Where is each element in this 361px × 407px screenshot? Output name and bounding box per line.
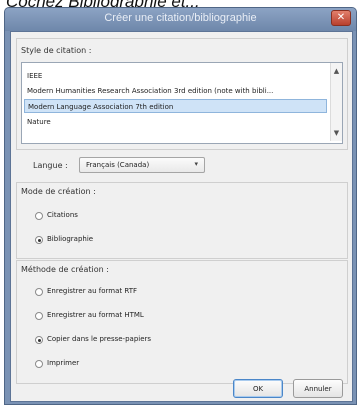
radio-html[interactable] [35, 312, 43, 320]
style-item[interactable]: Nature [24, 115, 327, 129]
radio-citations[interactable] [35, 212, 43, 220]
radio-clipboard[interactable] [35, 336, 43, 344]
style-item[interactable]: Modern Humanities Research Association 3… [24, 84, 327, 98]
radio-clipboard-label[interactable]: Copier dans le presse-papiers [47, 335, 151, 343]
dialog-body: Style de citation : IEEE Modern Humaniti… [10, 31, 353, 402]
style-item-selected[interactable]: Modern Language Association 7th edition [24, 99, 327, 113]
title-bar: Créer une citation/bibliographie ✕ [5, 8, 356, 31]
chevron-down-icon: ▾ [194, 160, 198, 168]
methode-label: Méthode de création : [21, 265, 109, 274]
cancel-button[interactable]: Annuler [293, 379, 343, 398]
radio-rtf[interactable] [35, 288, 43, 296]
langue-select[interactable]: Français (Canada) ▾ [79, 157, 205, 173]
mode-label: Mode de création : [21, 187, 96, 196]
style-label: Style de citation : [21, 46, 92, 55]
close-icon: ✕ [336, 12, 346, 23]
style-listbox[interactable]: IEEE Modern Humanities Research Associat… [21, 62, 343, 144]
radio-citations-label[interactable]: Citations [47, 211, 78, 219]
radio-print-label[interactable]: Imprimer [47, 359, 79, 367]
scroll-down-icon[interactable]: ▼ [332, 129, 341, 137]
scroll-up-icon[interactable]: ▲ [332, 67, 341, 75]
langue-label: Langue : [33, 161, 68, 170]
langue-value: Français (Canada) [86, 161, 150, 169]
dialog-title: Créer une citation/bibliographie [104, 12, 257, 24]
close-button[interactable]: ✕ [331, 10, 351, 26]
radio-html-label[interactable]: Enregistrer au format HTML [47, 311, 144, 319]
ok-button[interactable]: OK [233, 379, 283, 398]
radio-bibliographie-label[interactable]: Bibliographie [47, 235, 93, 243]
radio-bibliographie[interactable] [35, 236, 43, 244]
radio-rtf-label[interactable]: Enregistrer au format RTF [47, 287, 137, 295]
style-item[interactable]: IEEE [24, 69, 327, 83]
radio-print[interactable] [35, 360, 43, 368]
style-scrollbar[interactable]: ▲ ▼ [330, 63, 342, 141]
dialog-window: Créer une citation/bibliographie ✕ Style… [4, 7, 357, 405]
